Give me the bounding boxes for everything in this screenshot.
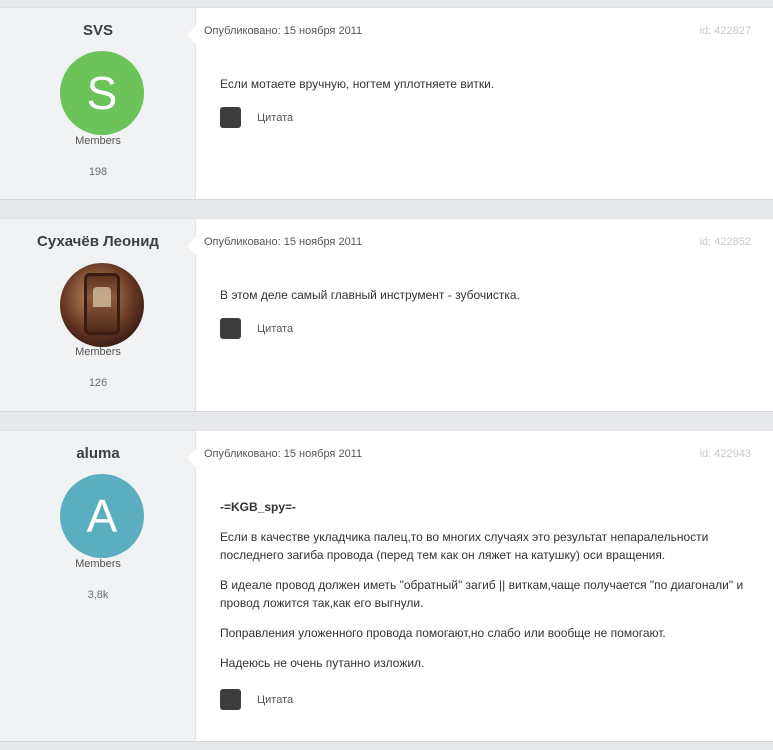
author-name[interactable]: SVS xyxy=(0,22,196,39)
quote-button[interactable]: Цитата xyxy=(220,689,293,710)
published-date: Опубликовано: 15 ноября 2011 xyxy=(204,236,363,248)
member-role: Members xyxy=(75,346,121,358)
author-panel: SVS S Members 198 xyxy=(0,8,196,199)
quote-label: Цитата xyxy=(257,111,294,124)
avatar[interactable] xyxy=(60,263,144,347)
post-count: 3,8k xyxy=(87,589,109,601)
avatar[interactable]: A xyxy=(60,474,144,558)
post-content: Опубликовано: 15 ноября 2011 id: 422827 … xyxy=(187,8,773,199)
published-date: Опубликовано: 15 ноября 2011 xyxy=(204,25,363,37)
post-id[interactable]: id: 422827 xyxy=(700,25,751,37)
post-body: Если мотаете вручную, ногтем уплотняете … xyxy=(220,75,745,105)
member-role: Members xyxy=(75,135,121,147)
post-id[interactable]: id: 422852 xyxy=(700,236,751,248)
member-role: Members xyxy=(75,558,121,570)
post: SVS S Members 198 Опубликовано: 15 ноябр… xyxy=(0,7,773,200)
post-content: Опубликовано: 15 ноября 2011 id: 422943 … xyxy=(187,431,773,741)
author-name[interactable]: Сухачёв Леонид xyxy=(0,233,196,250)
quote-icon xyxy=(220,318,241,339)
quote-button[interactable]: Цитата xyxy=(220,107,293,128)
quote-label: Цитата xyxy=(257,322,294,335)
published-date: Опубликовано: 15 ноября 2011 xyxy=(204,448,363,460)
quote-icon xyxy=(220,107,241,128)
post-paragraph: Надеюсь не очень путанно изложил. xyxy=(220,656,425,670)
author-panel: aluma A Members 3,8k xyxy=(0,431,196,741)
quote-label: Цитата xyxy=(257,693,294,706)
post: aluma A Members 3,8k Опубликовано: 15 но… xyxy=(0,430,773,742)
post-content: Опубликовано: 15 ноября 2011 id: 422852 … xyxy=(187,219,773,411)
post-count: 126 xyxy=(88,377,108,389)
post-body: -=KGB_spy=- Если в качестве укладчика па… xyxy=(220,498,745,684)
post: Сухачёв Леонид Members 126 Опубликовано:… xyxy=(0,218,773,412)
post-body: В этом деле самый главный инструмент - з… xyxy=(220,286,745,316)
post-paragraph: Поправления уложенного провода помогают,… xyxy=(220,626,666,640)
post-paragraph: Если мотаете вручную, ногтем уплотняете … xyxy=(220,77,495,91)
quote-button[interactable]: Цитата xyxy=(220,318,293,339)
quote-icon xyxy=(220,689,241,710)
author-name[interactable]: aluma xyxy=(0,445,196,462)
post-signature: -=KGB_spy=- xyxy=(220,500,297,514)
post-id[interactable]: id: 422943 xyxy=(700,448,751,460)
author-panel: Сухачёв Леонид Members 126 xyxy=(0,219,196,411)
avatar-photo-image xyxy=(84,273,120,335)
post-paragraph: Если в качестве укладчика палец,то во мн… xyxy=(220,530,709,562)
post-paragraph: В этом деле самый главный инструмент - з… xyxy=(220,288,520,302)
post-paragraph: В идеале провод должен иметь "обратный" … xyxy=(220,578,744,610)
avatar[interactable]: S xyxy=(60,51,144,135)
post-count: 198 xyxy=(88,166,108,178)
